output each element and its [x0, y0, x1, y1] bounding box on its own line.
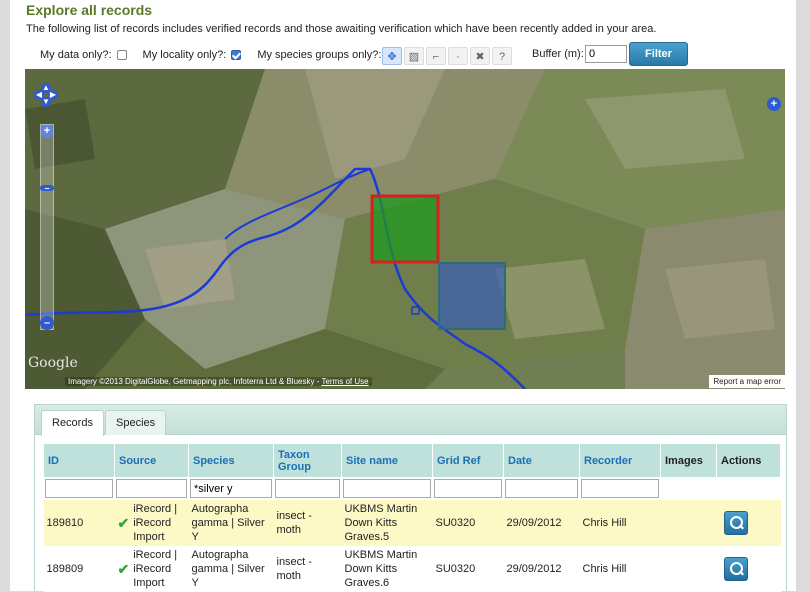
results-panel: Records Species ID Source Species Taxon …	[34, 404, 787, 592]
my-data-checkbox[interactable]	[116, 50, 127, 60]
col-images: Images	[660, 443, 717, 478]
col-site-name[interactable]: Site name	[341, 443, 433, 478]
zoom-slider[interactable]	[40, 124, 54, 330]
verified-check-icon: ✔	[117, 515, 130, 531]
cell-date: 29/09/2012	[503, 546, 580, 592]
table-row[interactable]: 189809 ✔ iRecord | iRecord Import Autogra…	[43, 546, 781, 592]
report-map-error-link[interactable]: Report a map error	[709, 375, 785, 388]
col-grid-ref[interactable]: Grid Ref	[432, 443, 504, 478]
cell-site-name: UKBMS Martin Down Kitts Graves.5	[341, 499, 433, 546]
my-data-label: My data only?:	[40, 49, 112, 61]
cell-id: 189810	[43, 499, 115, 546]
cell-id: 189809	[43, 546, 115, 592]
view-record-icon[interactable]	[723, 557, 748, 581]
source-filter-input[interactable]	[116, 479, 187, 498]
map-attribution: Imagery ©2013 DigitalGlobe, Getmapping p…	[65, 377, 372, 386]
col-recorder[interactable]: Recorder	[579, 443, 661, 478]
cell-grid-ref: SU0320	[432, 546, 504, 592]
map[interactable]: ▲ ◀ ▶ ▼ + – – + Google Imagery ©2013 Dig…	[25, 69, 785, 389]
my-locality-checkbox[interactable]	[231, 50, 242, 60]
cell-images	[660, 546, 717, 592]
cell-images	[660, 499, 717, 546]
cell-source: iRecord | iRecord Import	[133, 503, 178, 543]
cell-grid-ref: SU0320	[432, 499, 504, 546]
cell-site-name: UKBMS Martin Down Kitts Graves.6	[341, 546, 433, 592]
cell-source: iRecord | iRecord Import	[133, 549, 178, 589]
help-icon[interactable]: ?	[492, 47, 512, 65]
col-species[interactable]: Species	[188, 443, 274, 478]
zoom-slider-handle[interactable]: –	[40, 184, 54, 193]
filter-bar: My data only?: My locality only?: My spe…	[40, 44, 412, 66]
cell-recorder: Chris Hill	[579, 546, 661, 592]
site-filter-input[interactable]	[343, 479, 431, 498]
map-toolbar: ✥ ▨ ⌐ · ✖ ?	[382, 47, 512, 65]
terms-link[interactable]: Terms of Use	[321, 377, 368, 386]
cell-recorder: Chris Hill	[579, 499, 661, 546]
buffer-label: Buffer (m):	[532, 48, 584, 60]
tab-species[interactable]: Species	[105, 410, 167, 435]
line-draw-icon[interactable]: ⌐	[426, 47, 446, 65]
cell-species: Autographa gamma | Silver Y	[188, 499, 274, 546]
clear-icon[interactable]: ✖	[470, 47, 490, 65]
col-id[interactable]: ID	[43, 443, 115, 478]
page: Explore all records The following list o…	[10, 0, 796, 592]
col-date[interactable]: Date	[503, 443, 580, 478]
col-taxon-group[interactable]: Taxon Group	[273, 443, 342, 478]
date-filter-input[interactable]	[505, 479, 578, 498]
google-logo: Google	[28, 355, 78, 371]
cell-date: 29/09/2012	[503, 499, 580, 546]
point-draw-icon[interactable]: ·	[448, 47, 468, 65]
page-intro: The following list of records includes v…	[26, 23, 657, 35]
filter-button[interactable]: Filter	[629, 42, 688, 66]
verified-check-icon: ✔	[117, 561, 130, 577]
my-species-filter[interactable]: My species groups only?:	[257, 49, 397, 61]
buffer-input[interactable]	[585, 45, 627, 63]
col-source[interactable]: Source	[114, 443, 189, 478]
satellite-imagery	[25, 69, 785, 389]
gridref-filter-input[interactable]	[434, 479, 502, 498]
my-data-filter[interactable]: My data only?:	[40, 49, 127, 61]
my-species-label: My species groups only?:	[257, 49, 382, 61]
zoom-out-icon[interactable]: –	[40, 316, 54, 330]
recorder-filter-input[interactable]	[581, 479, 659, 498]
records-grid: ID Source Species Taxon Group Site name …	[43, 443, 781, 592]
attribution-text: Imagery ©2013 DigitalGlobe, Getmapping p…	[68, 377, 322, 386]
pan-control: ▲ ◀ ▶ ▼	[34, 83, 58, 107]
id-filter-input[interactable]	[45, 479, 113, 498]
box-select-icon[interactable]: ▨	[404, 47, 424, 65]
page-title: Explore all records	[26, 2, 153, 18]
my-locality-filter[interactable]: My locality only?:	[143, 49, 242, 61]
taxon-filter-input[interactable]	[275, 479, 340, 498]
cell-species: Autographa gamma | Silver Y	[188, 546, 274, 592]
pan-down-icon[interactable]: ▼	[41, 97, 51, 107]
tab-records[interactable]: Records	[41, 410, 104, 436]
tab-bar: Records Species	[35, 405, 786, 436]
view-record-icon[interactable]	[723, 511, 748, 535]
table-row[interactable]: 189810 ✔ iRecord | iRecord Import Autogra…	[43, 499, 781, 546]
col-actions: Actions	[716, 443, 781, 478]
cell-taxon-group: insect - moth	[273, 499, 342, 546]
species-filter-input[interactable]	[190, 479, 272, 498]
cell-taxon-group: insect - moth	[273, 546, 342, 592]
expand-map-icon[interactable]: +	[767, 97, 781, 111]
my-locality-label: My locality only?:	[142, 49, 227, 61]
pan-tool-icon[interactable]: ✥	[382, 47, 402, 65]
